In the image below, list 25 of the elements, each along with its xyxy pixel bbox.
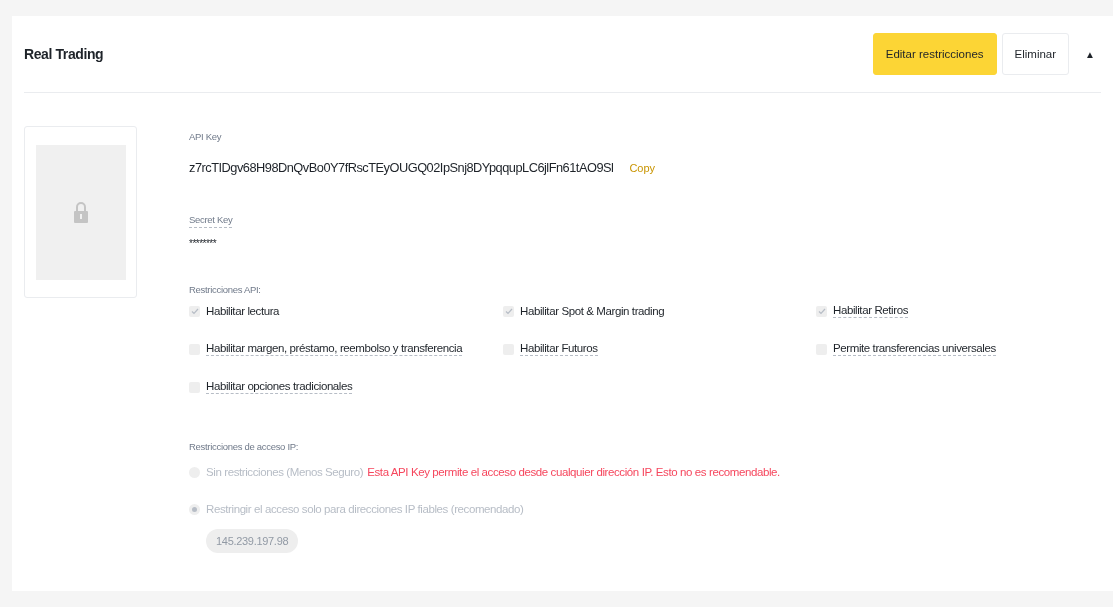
collapse-toggle[interactable]: ▲: [1079, 48, 1101, 60]
radio-label: Restringir el acceso solo para direcciones IP fiables (recomendado): [206, 503, 524, 515]
section-label: Restricciones de acceso IP:: [189, 441, 299, 452]
checkbox[interactable]: [816, 305, 827, 317]
checkbox-label: Permite transferencias universales: [833, 342, 996, 356]
checkbox-label: Habilitar lectura: [206, 304, 280, 318]
radio-label: Sin restricciones (Menos Seguro): [206, 466, 364, 478]
checkbox-label: Habilitar opciones tradicionales: [206, 380, 353, 394]
lock-icon: [73, 201, 88, 223]
delete-button[interactable]: Eliminar: [1001, 33, 1070, 75]
checkbox-label: Habilitar margen, préstamo, reembolso y transferencia: [206, 342, 463, 356]
checkbox-label: Habilitar Retiros: [833, 304, 908, 318]
api-key-value: z7rcTIDgv68H98DnQvBo0Y7fRscTEyOUGQ02IpSnj8DYpqqupLC6jlFn61tAO9Sl: [189, 160, 614, 175]
warning-text: Esta API Key permite el acceso desde cualquier dirección IP. Esto no es recomendable.: [367, 466, 780, 478]
checkbox[interactable]: [503, 305, 514, 317]
checkbox-label: Habilitar Futuros: [520, 342, 598, 356]
checkbox[interactable]: [189, 305, 200, 317]
secret-key-value: ********: [189, 238, 218, 249]
checkbox-label: Habilitar Spot & Margin trading: [520, 304, 665, 318]
edit-button[interactable]: Editar restricciones: [872, 33, 997, 75]
api-key-label: API Key: [189, 131, 222, 142]
section-label: Restricciones API:: [189, 284, 261, 295]
card-title: Real Trading: [24, 46, 105, 62]
ip-tag: 145.239.197.98: [206, 529, 299, 553]
secret-key-label: Secret Key: [189, 214, 233, 228]
